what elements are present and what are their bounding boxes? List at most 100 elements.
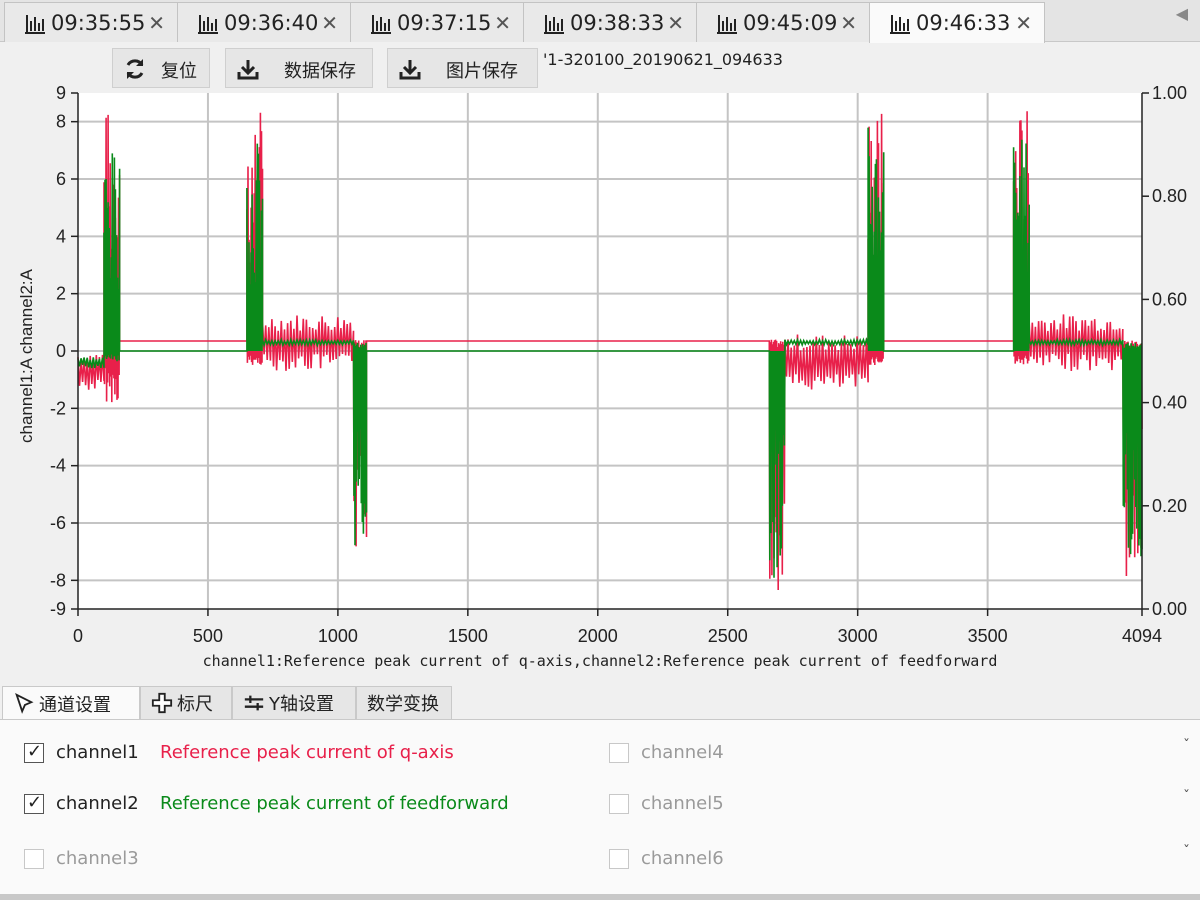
close-icon[interactable]: ✕ [1015,11,1032,35]
channel-row-6[interactable]: channel6 [609,848,724,869]
x-tick-label: 2500 [708,626,748,646]
waveform-chart[interactable]: 0 500 1000 1500 2000 2500 3000 3500 4094 9 8 6 4 2 0 -2… [0,86,1200,686]
tab-label: 09:46:33 [916,11,1011,35]
y-tick-label: -6 [50,513,66,533]
close-icon[interactable]: ✕ [494,11,511,35]
y-tick-label: -8 [50,570,66,590]
reset-button[interactable]: 复位 [112,48,210,88]
bar-chart-icon [544,14,564,34]
channel-settings-panel: ✓ channel1 Reference peak current of q-a… [0,719,1200,895]
tab-label: Y轴设置 [269,694,334,715]
channel-row-4[interactable]: channel4 [609,742,724,763]
y-tick-label: 4 [56,226,66,246]
tab-0936[interactable]: 09:36:40 ✕ [177,2,351,42]
x-tick-label: 2000 [578,626,618,646]
right-y-tick-label: 0.00 [1152,599,1187,619]
y-tick-label: 9 [56,86,66,103]
settings-tabs: 通道设置 标尺 Y轴设置 数学变换 [0,686,1200,721]
tab-label: 数学变换 [367,694,439,715]
y-tick-label: 2 [56,284,66,304]
file-name-label: '1-320100_20190621_094633 [543,50,783,69]
close-icon[interactable]: ✕ [321,11,338,35]
tab-0937[interactable]: 09:37:15 ✕ [350,2,524,42]
bar-chart-icon [717,14,737,34]
dropdown-mark[interactable]: ˇ [1183,844,1190,860]
download-icon [399,60,421,80]
crosshair-icon [151,692,173,714]
channel2-checkbox[interactable]: ✓ [24,792,44,814]
x-tick-label: 3000 [838,626,878,646]
dropdown-mark[interactable]: ˇ [1183,789,1190,805]
tab-0946[interactable]: 09:46:33 ✕ [869,2,1045,43]
dropdown-mark[interactable]: ˇ [1183,738,1190,754]
tab-0935[interactable]: 09:35:55 ✕ [4,2,178,42]
x-tick-label: 3500 [968,626,1008,646]
tab-channel-settings[interactable]: 通道设置 [2,686,140,721]
right-y-tick-label: 0.80 [1152,186,1187,206]
y-tick-label: 8 [56,112,66,132]
channel-row-3[interactable]: channel3 [24,848,139,869]
channel-row-2[interactable]: ✓ channel2 [24,792,139,814]
bar-chart-icon [198,14,218,34]
tab-label: 标尺 [177,694,213,715]
channel-name: channel2 [56,793,139,814]
y-axis-label: channel1:A channel2:A [17,268,36,443]
channel3-checkbox[interactable] [24,848,44,869]
save-data-label: 数据保存 [284,61,356,82]
tab-0938[interactable]: 09:38:33 ✕ [523,2,697,42]
bar-chart-icon [371,14,391,34]
bar-chart-icon [890,15,910,34]
channel1-description: Reference peak current of q-axis [160,742,454,763]
channel-name: channel4 [641,742,724,763]
status-bar [0,894,1200,900]
tab-ruler[interactable]: 标尺 [140,686,232,720]
channel5-checkbox[interactable] [609,793,629,814]
tab-label: 09:37:15 [397,10,492,35]
y-tick-label: -2 [50,398,66,418]
save-data-button[interactable]: 数据保存 [225,48,373,88]
cursor-icon [15,693,34,714]
y-tick-label: 6 [56,169,66,189]
x-tick-label: 1500 [448,626,488,646]
x-axis-label: channel1:Reference peak current of q-axi… [203,652,998,670]
tab-math-transform[interactable]: 数学变换 [356,686,452,720]
channel-row-5[interactable]: channel5 [609,793,724,814]
right-y-tick-label: 1.00 [1152,86,1187,103]
bar-chart-icon [25,14,45,34]
tab-0945[interactable]: 09:45:09 ✕ [696,2,870,42]
channel-name: channel6 [641,848,724,869]
channel-name: channel5 [641,793,724,814]
close-icon[interactable]: ✕ [840,11,857,35]
refresh-icon [126,59,144,79]
save-image-label: 图片保存 [446,61,518,82]
download-icon [237,60,259,80]
channel-name: channel3 [56,848,139,869]
x-tick-label: 500 [193,626,223,646]
y-tick-label: -9 [50,599,66,619]
y-tick-label: 0 [56,341,66,361]
close-icon[interactable]: ✕ [148,11,165,35]
right-y-tick-label: 0.20 [1152,496,1187,516]
x-tick-label: 4094 [1122,626,1162,646]
channel2-description: Reference peak current of feedforward [160,793,509,814]
tab-label: 09:38:33 [570,10,665,35]
channel6-checkbox[interactable] [609,848,629,869]
scroll-left-icon[interactable]: ◀ [1176,4,1188,23]
right-y-tick-label: 0.40 [1152,393,1187,413]
channel-name: channel1 [56,742,139,763]
channel4-checkbox[interactable] [609,742,629,763]
save-image-button[interactable]: 图片保存 [387,48,538,88]
axis-adjust-icon [244,695,264,711]
reset-label: 复位 [161,61,197,82]
channel1-checkbox[interactable]: ✓ [24,741,44,763]
tab-strip: 09:35:55 ✕ 09:36:40 ✕ 09:37:15 ✕ 09:38:3… [0,0,1200,43]
y-tick-label: -4 [50,456,66,476]
close-icon[interactable]: ✕ [667,11,684,35]
channel-row-1[interactable]: ✓ channel1 [24,741,139,763]
tab-label: 09:35:55 [51,10,146,35]
right-y-tick-label: 0.60 [1152,289,1187,309]
x-tick-label: 0 [73,626,83,646]
tab-label: 09:45:09 [743,10,838,35]
tab-y-axis-settings[interactable]: Y轴设置 [232,686,356,720]
tab-label: 09:36:40 [224,10,319,35]
